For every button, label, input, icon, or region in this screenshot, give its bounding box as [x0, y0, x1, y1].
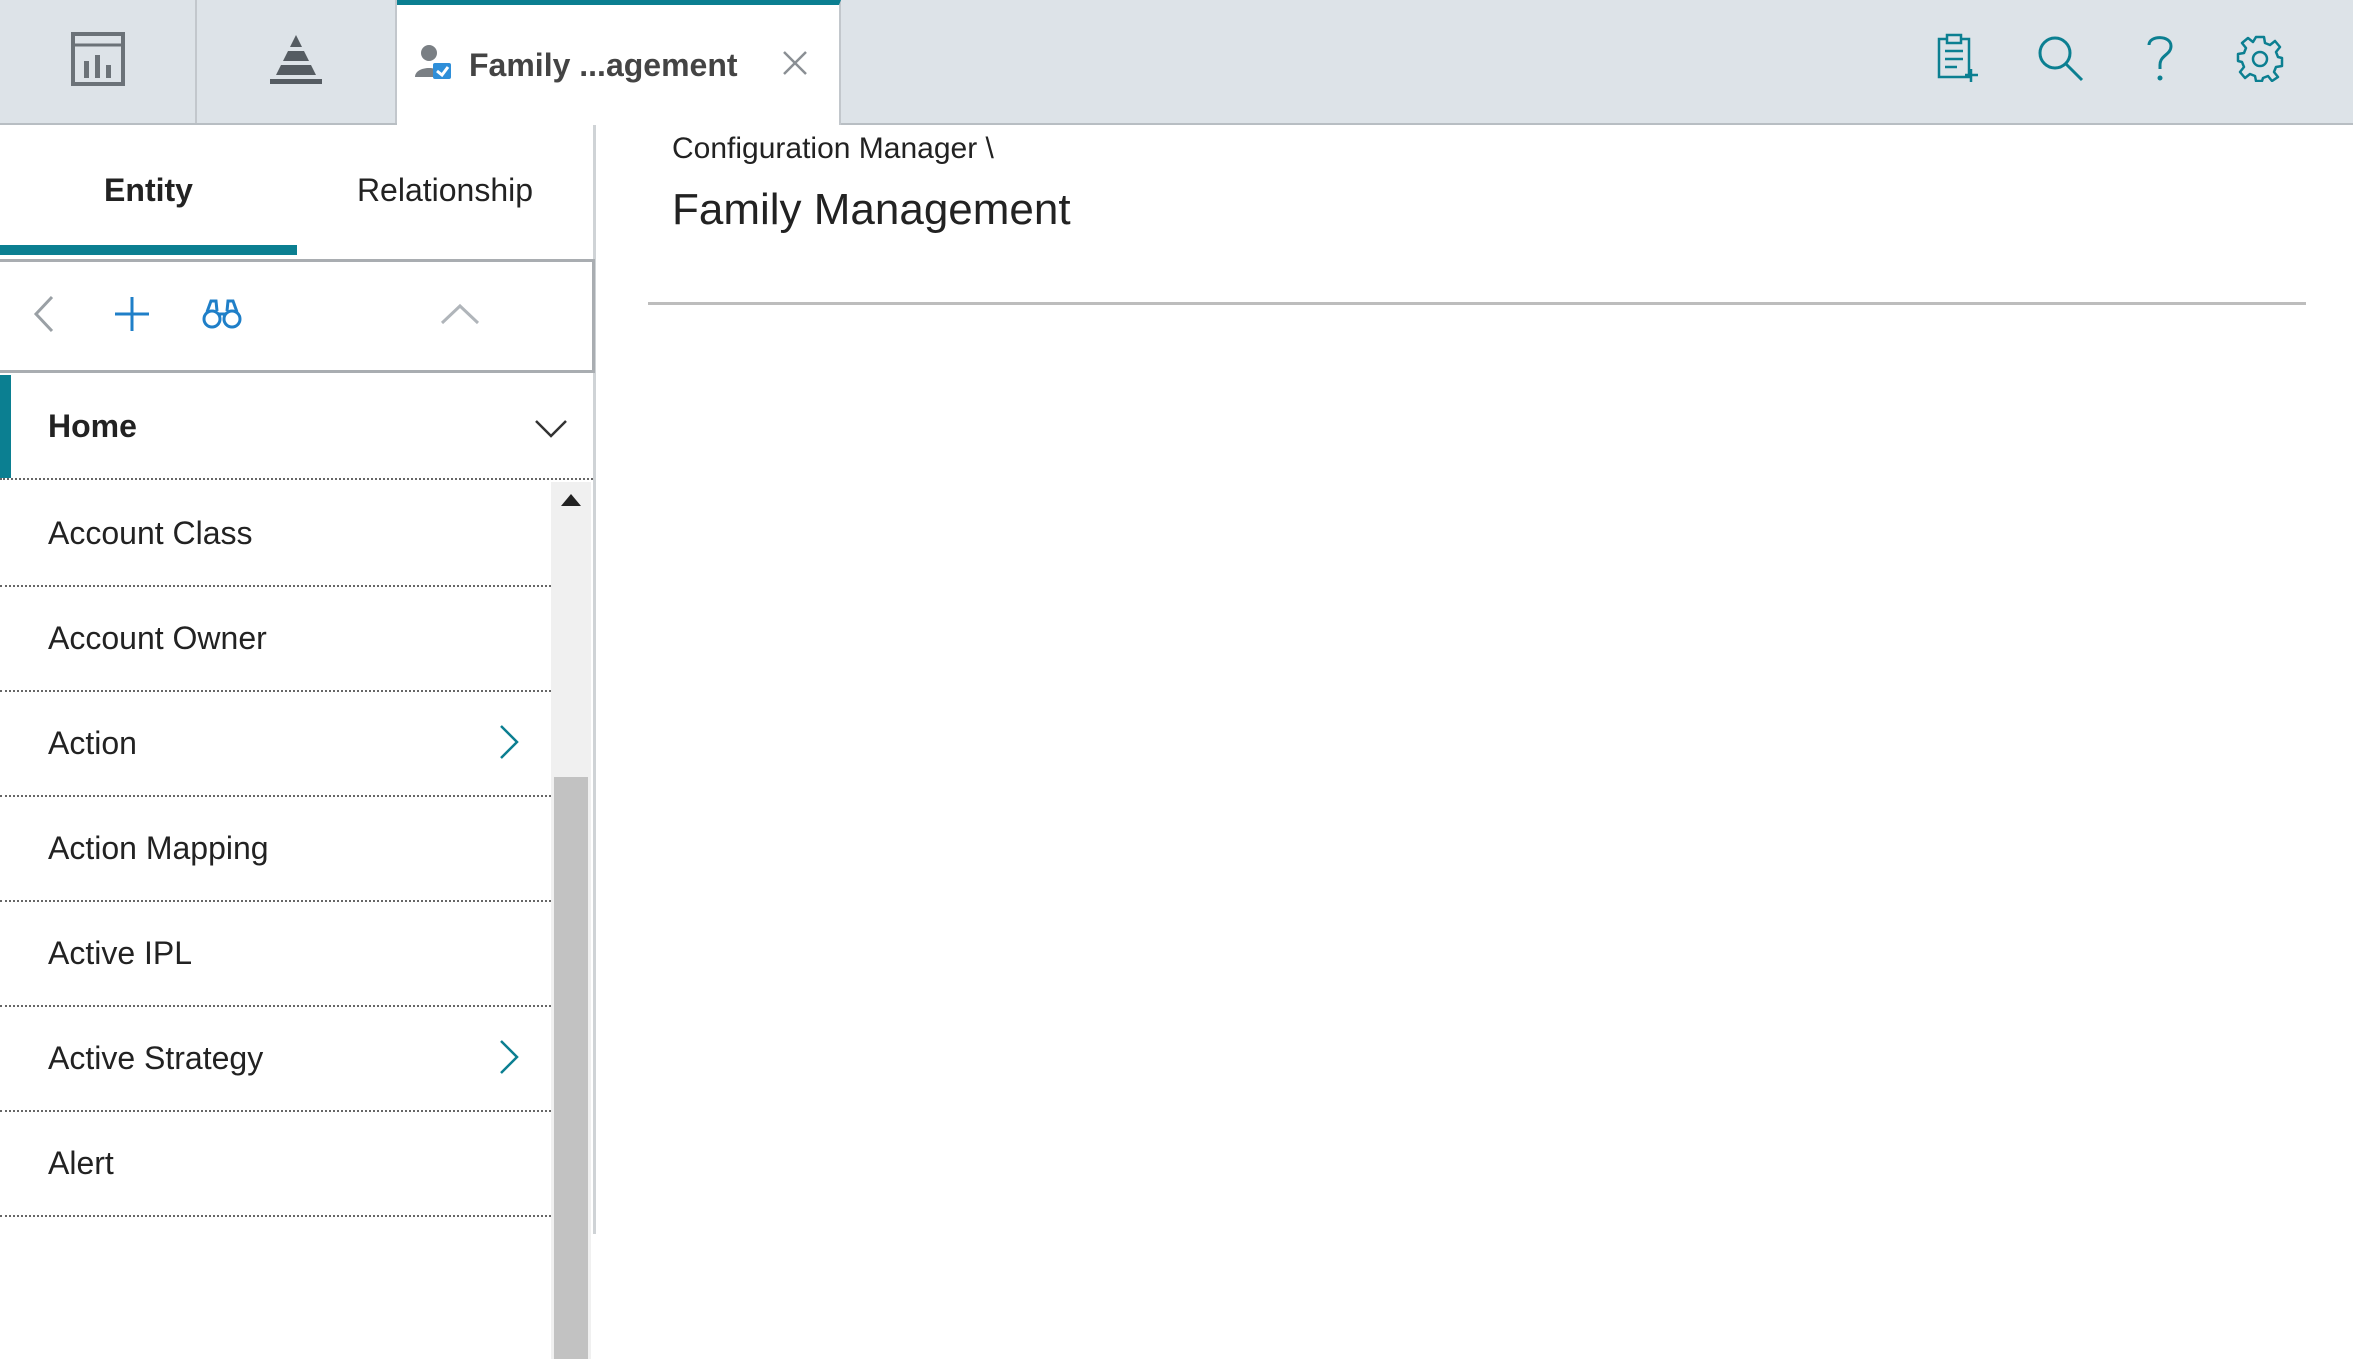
add-to-list-button[interactable] — [1928, 28, 1988, 92]
list-item-label: Action Mapping — [48, 830, 269, 866]
list-item[interactable]: Alert — [0, 1112, 551, 1217]
list-item-label: Action — [48, 725, 137, 761]
help-icon — [2145, 33, 2175, 88]
chevron-up-icon — [439, 302, 481, 331]
entity-list: Account Class Account Owner Action Actio… — [0, 482, 551, 1359]
chevron-right-icon[interactable] — [493, 722, 523, 762]
divider — [648, 302, 2306, 305]
dashboard-tile[interactable] — [0, 0, 197, 123]
left-panel: Entity Relationship Home Account Class A… — [0, 125, 596, 1359]
home-row[interactable]: Home — [0, 375, 593, 480]
tab-entity[interactable]: Entity — [0, 125, 297, 255]
close-icon — [781, 49, 809, 82]
pyramid-tile[interactable] — [197, 0, 397, 123]
list-item[interactable]: Account Owner — [0, 587, 551, 692]
dashboard-icon — [70, 31, 126, 92]
tab-title: Family ...agement — [469, 46, 738, 83]
help-button[interactable] — [2130, 28, 2190, 92]
top-bar: Family ...agement — [0, 0, 2353, 125]
list-item[interactable]: Account Class — [0, 482, 551, 587]
scrollbar-thumb[interactable] — [554, 777, 588, 1359]
clipboard-add-icon — [1935, 33, 1981, 88]
list-item[interactable]: Active IPL — [0, 902, 551, 1007]
list-item[interactable]: Action — [0, 692, 551, 797]
list-item-label: Account Class — [48, 515, 253, 551]
home-accent-bar — [0, 375, 11, 478]
home-label: Home — [48, 408, 137, 444]
search-button[interactable] — [2030, 28, 2090, 92]
chevron-left-icon — [32, 294, 56, 339]
family-user-icon — [411, 41, 455, 90]
binoculars-icon — [201, 297, 243, 336]
list-item-label: Alert — [48, 1145, 114, 1181]
chevron-down-icon — [531, 409, 571, 449]
search-icon — [2035, 33, 2085, 88]
add-button[interactable] — [102, 284, 162, 348]
left-panel-tabs: Entity Relationship — [0, 125, 593, 255]
tab-family-management[interactable]: Family ...agement — [397, 0, 841, 125]
chevron-right-icon[interactable] — [493, 1037, 523, 1077]
scroll-up-button[interactable] — [551, 482, 591, 522]
back-button[interactable] — [14, 284, 74, 348]
collapse-up-button[interactable] — [430, 284, 490, 348]
list-item[interactable]: Action Mapping — [0, 797, 551, 902]
plus-icon — [112, 294, 152, 339]
gear-icon — [2236, 34, 2284, 87]
breadcrumb[interactable]: Configuration Manager \ — [672, 132, 994, 166]
find-button[interactable] — [192, 284, 252, 348]
left-panel-toolbar — [0, 259, 595, 373]
pyramid-icon — [266, 31, 326, 92]
tab-relationship[interactable]: Relationship — [297, 125, 593, 255]
page-title: Family Management — [672, 185, 1071, 234]
triangle-up-icon — [560, 493, 582, 512]
close-tab-button[interactable] — [775, 45, 815, 85]
list-item[interactable]: Active Strategy — [0, 1007, 551, 1112]
list-scrollbar[interactable] — [551, 482, 591, 1359]
list-item-label: Active IPL — [48, 935, 193, 971]
list-item-label: Account Owner — [48, 620, 267, 656]
list-item-label: Active Strategy — [48, 1040, 264, 1076]
settings-button[interactable] — [2230, 28, 2290, 92]
